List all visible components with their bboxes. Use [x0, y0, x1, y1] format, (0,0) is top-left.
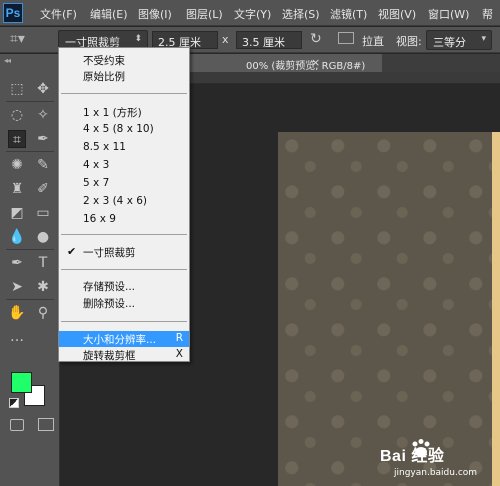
menu-item-size-resolution[interactable]: 大小和分辨率... R	[59, 331, 189, 347]
menu-image[interactable]: 图像(I)	[138, 6, 172, 22]
screen-mode-icon[interactable]	[38, 418, 54, 431]
gradient-tool-icon[interactable]: ▭	[34, 204, 52, 222]
menu-item-ratio-1x1[interactable]: 1 x 1 (方形)	[59, 104, 189, 120]
blur-tool-icon[interactable]: 💧	[8, 228, 26, 246]
straighten-icon[interactable]	[338, 32, 354, 44]
menu-item-ratio-2x3[interactable]: 2 x 3 (4 x 6)	[59, 194, 189, 210]
brush-tool-icon[interactable]: ✎	[34, 156, 52, 174]
foreground-color-swatch-top[interactable]	[11, 372, 32, 393]
move-tool-icon[interactable]: ✥	[34, 80, 52, 98]
toolbar-divider	[6, 101, 54, 102]
baidu-watermark: Bai 经验 jingyan.baidu.com	[380, 438, 498, 482]
menu-help[interactable]: 帮	[482, 6, 493, 22]
history-brush-icon[interactable]: ✐	[34, 180, 52, 198]
menu-type[interactable]: 文字(Y)	[234, 6, 271, 22]
document-edge	[492, 132, 500, 486]
menu-item-custom-preset[interactable]: ✔ 一寸照裁剪	[59, 244, 189, 260]
view-overlay-dropdown[interactable]: 三等分 ▾	[426, 30, 492, 50]
menu-divider	[61, 234, 187, 235]
menu-edit[interactable]: 编辑(E)	[90, 6, 128, 22]
menu-divider	[61, 321, 187, 322]
default-colors-icon[interactable]	[9, 398, 19, 408]
lasso-tool-icon[interactable]: ◌	[8, 106, 26, 124]
crop-tool-active-icon[interactable]: ⌗	[8, 130, 26, 148]
crop-tool-icon[interactable]: ⌗▾	[10, 31, 36, 49]
checkmark-icon: ✔	[67, 245, 77, 258]
magic-wand-icon[interactable]: ✧	[34, 106, 52, 124]
menu-item-size-resolution-label: 大小和分辨率...	[83, 334, 157, 346]
eraser-tool-icon[interactable]: ◩	[8, 204, 26, 222]
zoom-tool-icon[interactable]: ⚲	[34, 304, 52, 322]
menu-select[interactable]: 选择(S)	[282, 6, 320, 22]
pen-tool-icon[interactable]: ✒	[8, 254, 26, 272]
quick-mask-icon[interactable]	[10, 419, 24, 431]
menu-item-custom-preset-label: 一寸照裁剪	[83, 247, 136, 259]
shape-tool-icon[interactable]: ✱	[34, 278, 52, 296]
height-input[interactable]: 3.5 厘米	[236, 31, 302, 49]
watermark-url: jingyan.baidu.com	[394, 468, 478, 478]
menu-window[interactable]: 窗口(W)	[428, 6, 469, 22]
crop-preset-menu: 不受约束 原始比例 1 x 1 (方形) 4 x 5 (8 x 10) 8.5 …	[58, 47, 190, 362]
shortcut-r: R	[175, 332, 183, 344]
tab-close-icon[interactable]: ×	[311, 56, 320, 69]
watermark-brand: Bai 经验	[380, 448, 445, 465]
dodge-tool-icon[interactable]: ●	[34, 228, 52, 246]
healing-brush-icon[interactable]: ✺	[8, 156, 26, 174]
menu-bar: Ps 文件(F) 编辑(E) 图像(I) 图层(L) 文字(Y) 选择(S) 滤…	[0, 0, 500, 26]
menu-item-ratio-8-5x11[interactable]: 8.5 x 11	[59, 140, 189, 156]
menu-divider	[61, 269, 187, 270]
menu-item-ratio-4x3[interactable]: 4 x 3	[59, 158, 189, 174]
view-label: 视图:	[396, 35, 422, 48]
toolbar-divider	[6, 249, 54, 250]
menu-filter[interactable]: 滤镜(T)	[330, 6, 367, 22]
path-selection-icon[interactable]: ➤	[8, 278, 26, 296]
document-image[interactable]	[278, 132, 500, 486]
straighten-label[interactable]: 拉直	[362, 33, 384, 49]
menu-file[interactable]: 文件(F)	[40, 6, 77, 22]
menu-item-rotate-crop[interactable]: 旋转裁剪框 X	[59, 347, 189, 363]
hand-tool-icon[interactable]: ✋	[8, 304, 26, 322]
menu-item-unconstrained[interactable]: 不受约束	[59, 52, 189, 68]
view-overlay-value: 三等分	[433, 36, 466, 49]
type-tool-icon[interactable]: T	[34, 254, 52, 272]
more-tools-icon[interactable]: …	[8, 328, 26, 346]
menu-item-rotate-crop-label: 旋转裁剪框	[83, 350, 136, 362]
eyedropper-icon[interactable]: ✒	[34, 130, 52, 148]
shortcut-x: X	[175, 348, 183, 360]
menu-layer[interactable]: 图层(L)	[186, 6, 223, 22]
times-label: x	[222, 33, 229, 46]
toolbar-divider	[6, 151, 54, 152]
menu-item-save-preset[interactable]: 存储预设...	[59, 278, 189, 294]
swap-dimensions-icon[interactable]: ↻	[310, 31, 322, 47]
chevron-down-icon: ▾	[481, 34, 486, 44]
collapse-panel-icon[interactable]: ◂◂	[4, 56, 11, 65]
menu-item-ratio-16x9[interactable]: 16 x 9	[59, 212, 189, 228]
menu-item-ratio-5x7[interactable]: 5 x 7	[59, 176, 189, 192]
menu-view[interactable]: 视图(V)	[378, 6, 416, 22]
menu-item-ratio-4x5[interactable]: 4 x 5 (8 x 10)	[59, 122, 189, 138]
toolbar-divider	[6, 299, 54, 300]
clone-stamp-icon[interactable]: ♜	[8, 180, 26, 198]
menu-item-original-ratio[interactable]: 原始比例	[59, 68, 189, 84]
document-tab[interactable]: 00% (裁剪预览, RGB/8#)	[190, 54, 382, 72]
marquee-tool-icon[interactable]: ⬚	[8, 80, 26, 98]
photoshop-logo: Ps	[3, 3, 23, 23]
menu-divider	[61, 93, 187, 94]
chevron-updown-icon: ⬍	[134, 34, 142, 44]
menu-item-delete-preset[interactable]: 删除预设...	[59, 295, 189, 311]
tools-panel: ◂◂ ⬚ ✥ ◌ ✧ ⌗ ✒ ✺ ✎ ♜ ✐ ◩ ▭ 💧 ● ✒ T ➤ ✱ ✋…	[0, 54, 60, 486]
